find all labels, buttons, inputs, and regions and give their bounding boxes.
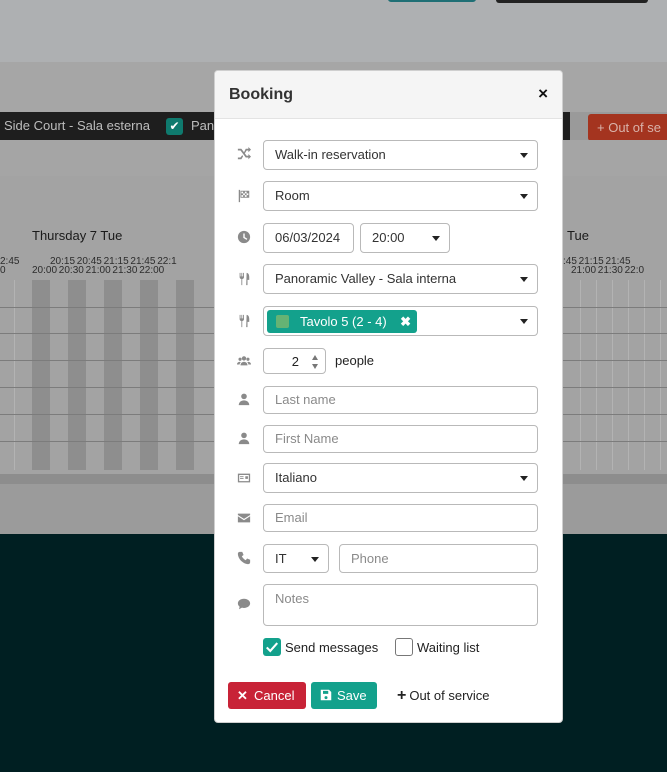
grid-line (0, 441, 214, 442)
top-button (388, 0, 476, 2)
clock-icon (234, 227, 254, 247)
time-labels: 20:00 20:30 21:00 21:30 22:00 (32, 265, 165, 276)
people-count-value: 2 (291, 354, 299, 369)
time-labels: 21:00 21:30 22:0 (571, 265, 645, 276)
top-navbar (0, 0, 667, 62)
id-card-icon (234, 468, 254, 488)
chevron-down-icon (520, 153, 528, 158)
room-value: Panoramic Valley - Sala interna (275, 271, 457, 286)
first-name-input[interactable]: First Name (263, 425, 538, 453)
chevron-down-icon (432, 236, 440, 241)
table-chip-label: Tavolo 5 (2 - 4) (300, 314, 387, 329)
area-select[interactable]: Room (263, 181, 538, 211)
chevron-down-icon (520, 319, 528, 324)
save-button[interactable]: Save (311, 682, 377, 709)
table-multiselect[interactable]: Tavolo 5 (2 - 4) ✖ (263, 306, 538, 336)
decrement-icon[interactable] (312, 364, 318, 369)
chevron-down-icon (520, 194, 528, 199)
grid-line (0, 307, 214, 308)
grid-line (563, 387, 667, 388)
chevron-down-icon (311, 557, 319, 562)
out-of-service-link[interactable]: + Out of service (397, 682, 490, 709)
cancel-label: Cancel (254, 688, 295, 703)
last-name-input[interactable]: Last name (263, 386, 538, 414)
table-chip: Tavolo 5 (2 - 4) ✖ (267, 310, 417, 333)
user-icon (234, 428, 254, 448)
phone-country-value: IT (275, 551, 287, 566)
language-value: Italiano (275, 470, 317, 485)
reservation-type-select[interactable]: Walk-in reservation (263, 140, 538, 170)
grid-line (563, 441, 667, 442)
cancel-button[interactable]: ✕ Cancel (228, 682, 306, 709)
grid-line (563, 307, 667, 308)
reservation-type-value: Walk-in reservation (275, 147, 386, 162)
top-button-dark (496, 0, 648, 3)
remove-table-icon[interactable]: ✖ (400, 310, 411, 333)
area-value: Room (275, 188, 310, 203)
day-label: Tue (567, 228, 589, 243)
room-filter-label: Side Court - Sala esterna (4, 118, 150, 133)
modal-title: Booking (229, 86, 293, 103)
plus-icon: + (397, 687, 407, 704)
checkmark-icon: ✔ (166, 118, 183, 135)
cutlery-icon (234, 269, 254, 289)
room-select[interactable]: Panoramic Valley - Sala interna (263, 264, 538, 294)
day-label: Thursday 7 Tue (32, 228, 123, 243)
send-messages-label[interactable]: Send messages (285, 640, 378, 655)
grid-line (563, 360, 667, 361)
people-count-input[interactable]: 2 (263, 348, 326, 374)
out-of-service-label: Out of service (409, 688, 490, 703)
booking-modal: Booking × Walk-in reservation Room 06/03… (214, 70, 563, 723)
grid-line (563, 333, 667, 334)
chevron-down-icon (520, 277, 528, 282)
comment-icon (234, 594, 254, 614)
out-of-service-background-button: + Out of se (588, 114, 667, 141)
grid-line (0, 333, 214, 334)
email-input[interactable]: Email (263, 504, 538, 532)
checkmark-icon (266, 642, 279, 653)
time-select[interactable]: 20:00 (360, 223, 450, 253)
shuffle-icon (234, 144, 254, 164)
send-messages-checkbox[interactable] (263, 638, 281, 656)
phone-input[interactable]: Phone (339, 544, 538, 573)
time-value: 20:00 (372, 230, 405, 245)
time-labels: 0 (0, 265, 6, 276)
close-icon[interactable]: × (538, 84, 548, 104)
flag-icon (234, 186, 254, 206)
grid-line (0, 360, 214, 361)
modal-header: Booking × (215, 71, 562, 119)
increment-icon[interactable] (312, 355, 318, 360)
waiting-list-label[interactable]: Waiting list (417, 640, 479, 655)
grid-line (0, 414, 214, 415)
user-icon (234, 389, 254, 409)
envelope-icon (234, 508, 254, 528)
waiting-list-checkbox[interactable] (395, 638, 413, 656)
language-select[interactable]: Italiano (263, 463, 538, 493)
chevron-down-icon (520, 476, 528, 481)
phone-icon (234, 548, 254, 568)
cutlery-icon (234, 311, 254, 331)
notes-textarea[interactable]: Notes (263, 584, 538, 626)
people-label: people (335, 353, 375, 368)
date-input[interactable]: 06/03/2024 (263, 223, 354, 253)
table-color-swatch (276, 315, 289, 328)
close-icon: ✕ (237, 688, 248, 703)
grid-line (0, 387, 214, 388)
grid-line (563, 414, 667, 415)
users-icon (234, 351, 254, 371)
save-label: Save (337, 688, 367, 703)
phone-country-select[interactable]: IT (263, 544, 329, 573)
